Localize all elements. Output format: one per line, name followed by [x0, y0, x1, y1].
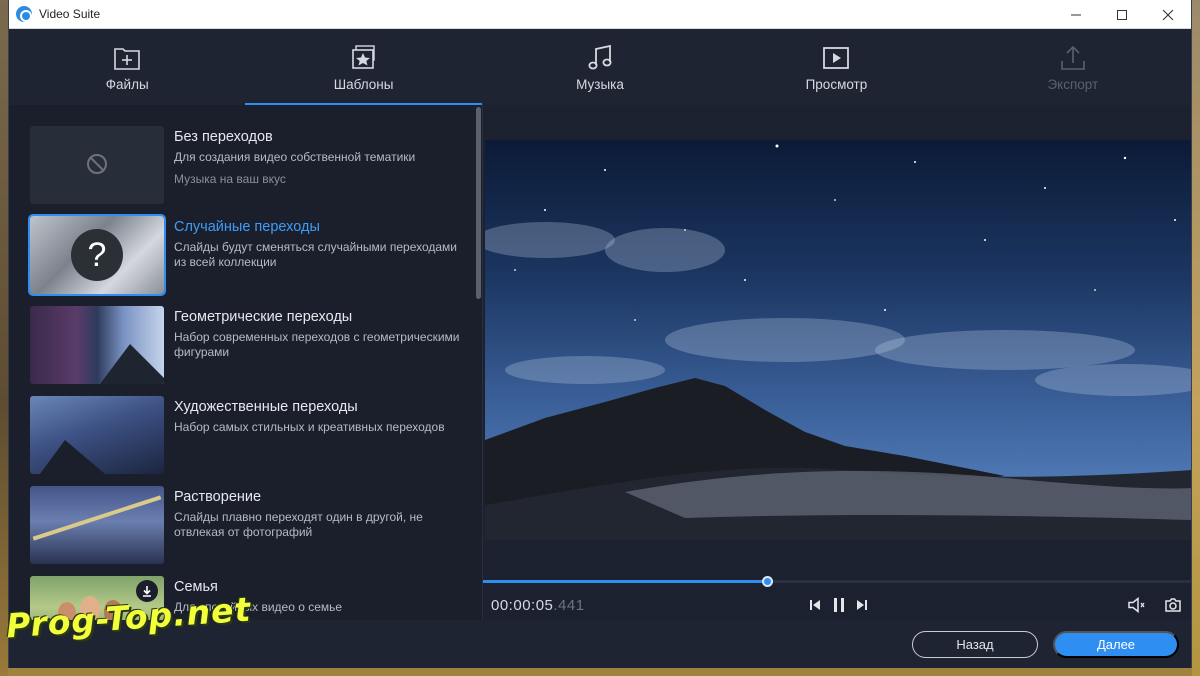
template-description: Набор самых стильных и креативных перехо…: [174, 420, 445, 434]
mountain-thumbnail-art: [100, 344, 164, 384]
tab-preview[interactable]: Просмотр: [718, 29, 954, 105]
template-thumbnail-selected: ?: [28, 214, 166, 296]
snapshot-camera-icon: [1165, 598, 1181, 612]
next-button[interactable]: Далее: [1053, 631, 1179, 658]
tab-music[interactable]: Музыка: [482, 29, 718, 105]
maximize-icon: [1117, 9, 1127, 20]
top-navigation: Файлы Шаблоны Музыка Просмотр Экспорт: [9, 29, 1191, 105]
minimize-icon: [1071, 14, 1081, 15]
tab-files-label: Файлы: [105, 76, 149, 92]
template-item-artistic[interactable]: Художественные переходы Набор самых стил…: [30, 396, 470, 474]
template-description: Набор современных переходов с геометриче…: [174, 330, 460, 359]
volume-icon: [1128, 597, 1145, 613]
close-icon: [1162, 9, 1174, 20]
template-title: Художественные переходы: [174, 399, 358, 415]
template-item-geometric[interactable]: Геометрические переходы Набор современны…: [30, 306, 470, 384]
tab-music-label: Музыка: [576, 76, 624, 92]
add-file-icon: [113, 43, 141, 73]
template-item-dissolve[interactable]: Растворение Слайды плавно переходят один…: [30, 486, 470, 564]
no-transition-icon: [87, 154, 107, 174]
tab-preview-label: Просмотр: [805, 76, 868, 92]
template-title: Геометрические переходы: [174, 309, 353, 325]
window-controls: [1053, 0, 1191, 29]
mountain-thumbnail-art: [40, 440, 105, 474]
playback-progress-bar[interactable]: [483, 576, 1191, 587]
bridge-thumbnail-art: [32, 495, 162, 541]
tab-export-label: Экспорт: [1047, 76, 1099, 92]
template-description: Для создания видео собственной тематики: [174, 150, 416, 164]
play-preview-icon: [822, 43, 850, 73]
volume-button[interactable]: [1126, 594, 1148, 616]
templates-list: Без переходов Для создания видео собстве…: [9, 105, 483, 620]
app-window: Video Suite Файлы Шаблоны Музыка Просмот…: [8, 0, 1192, 668]
template-title: Случайные переходы: [174, 219, 320, 235]
list-scrollbar[interactable]: [474, 105, 482, 620]
template-thumbnail: [30, 126, 164, 204]
template-thumbnail: [30, 486, 164, 564]
maximize-button[interactable]: [1099, 0, 1145, 29]
question-icon: ?: [71, 229, 123, 281]
video-preview[interactable]: [485, 140, 1191, 540]
close-button[interactable]: [1145, 0, 1191, 29]
template-item-random[interactable]: ? Случайные переходы Слайды будут сменят…: [28, 214, 470, 296]
export-upload-icon: [1059, 43, 1087, 73]
tab-files[interactable]: Файлы: [9, 29, 245, 105]
template-title: Растворение: [174, 489, 262, 505]
list-scrollbar-thumb[interactable]: [476, 107, 481, 299]
playback-progress-fill: [483, 580, 767, 583]
template-thumbnail: [30, 396, 164, 474]
template-extra: Музыка на ваш вкус: [174, 172, 286, 186]
app-logo-icon: [16, 6, 32, 22]
timecode-main: 00:00:05: [491, 597, 554, 614]
timecode: 00:00:05.441: [491, 597, 585, 614]
pause-icon: [834, 598, 844, 612]
prev-frame-button[interactable]: [804, 594, 826, 616]
tab-templates-label: Шаблоны: [333, 76, 394, 92]
template-title: Без переходов: [174, 129, 273, 145]
pause-button[interactable]: [828, 594, 850, 616]
next-frame-button[interactable]: [851, 594, 873, 616]
snapshot-button[interactable]: [1162, 594, 1184, 616]
main-content: Без переходов Для создания видео собстве…: [9, 105, 1191, 620]
preview-pane: 00:00:05.441: [483, 105, 1191, 620]
template-description: Слайды плавно переходят один в другой, н…: [174, 510, 423, 539]
music-note-icon: [586, 43, 614, 73]
template-description: Слайды будут сменяться случайными перехо…: [174, 240, 458, 269]
timecode-ms: .441: [553, 597, 585, 614]
tab-templates[interactable]: Шаблоны: [245, 29, 483, 105]
template-item-no-transitions[interactable]: Без переходов Для создания видео собстве…: [30, 126, 470, 204]
template-thumbnail: [30, 306, 164, 384]
prev-frame-icon: [810, 600, 820, 610]
templates-star-icon: [350, 43, 378, 73]
next-frame-icon: [857, 600, 867, 610]
desktop-background-left: [0, 0, 8, 676]
title-bar: Video Suite: [9, 0, 1191, 29]
desktop-background-right: [1192, 0, 1200, 676]
tab-export[interactable]: Экспорт: [955, 29, 1191, 105]
minimize-button[interactable]: [1053, 0, 1099, 29]
back-button[interactable]: Назад: [912, 631, 1038, 658]
playback-position-handle[interactable]: [762, 576, 773, 587]
night-sky-mountain-image: [485, 144, 1191, 540]
window-title: Video Suite: [39, 7, 101, 21]
